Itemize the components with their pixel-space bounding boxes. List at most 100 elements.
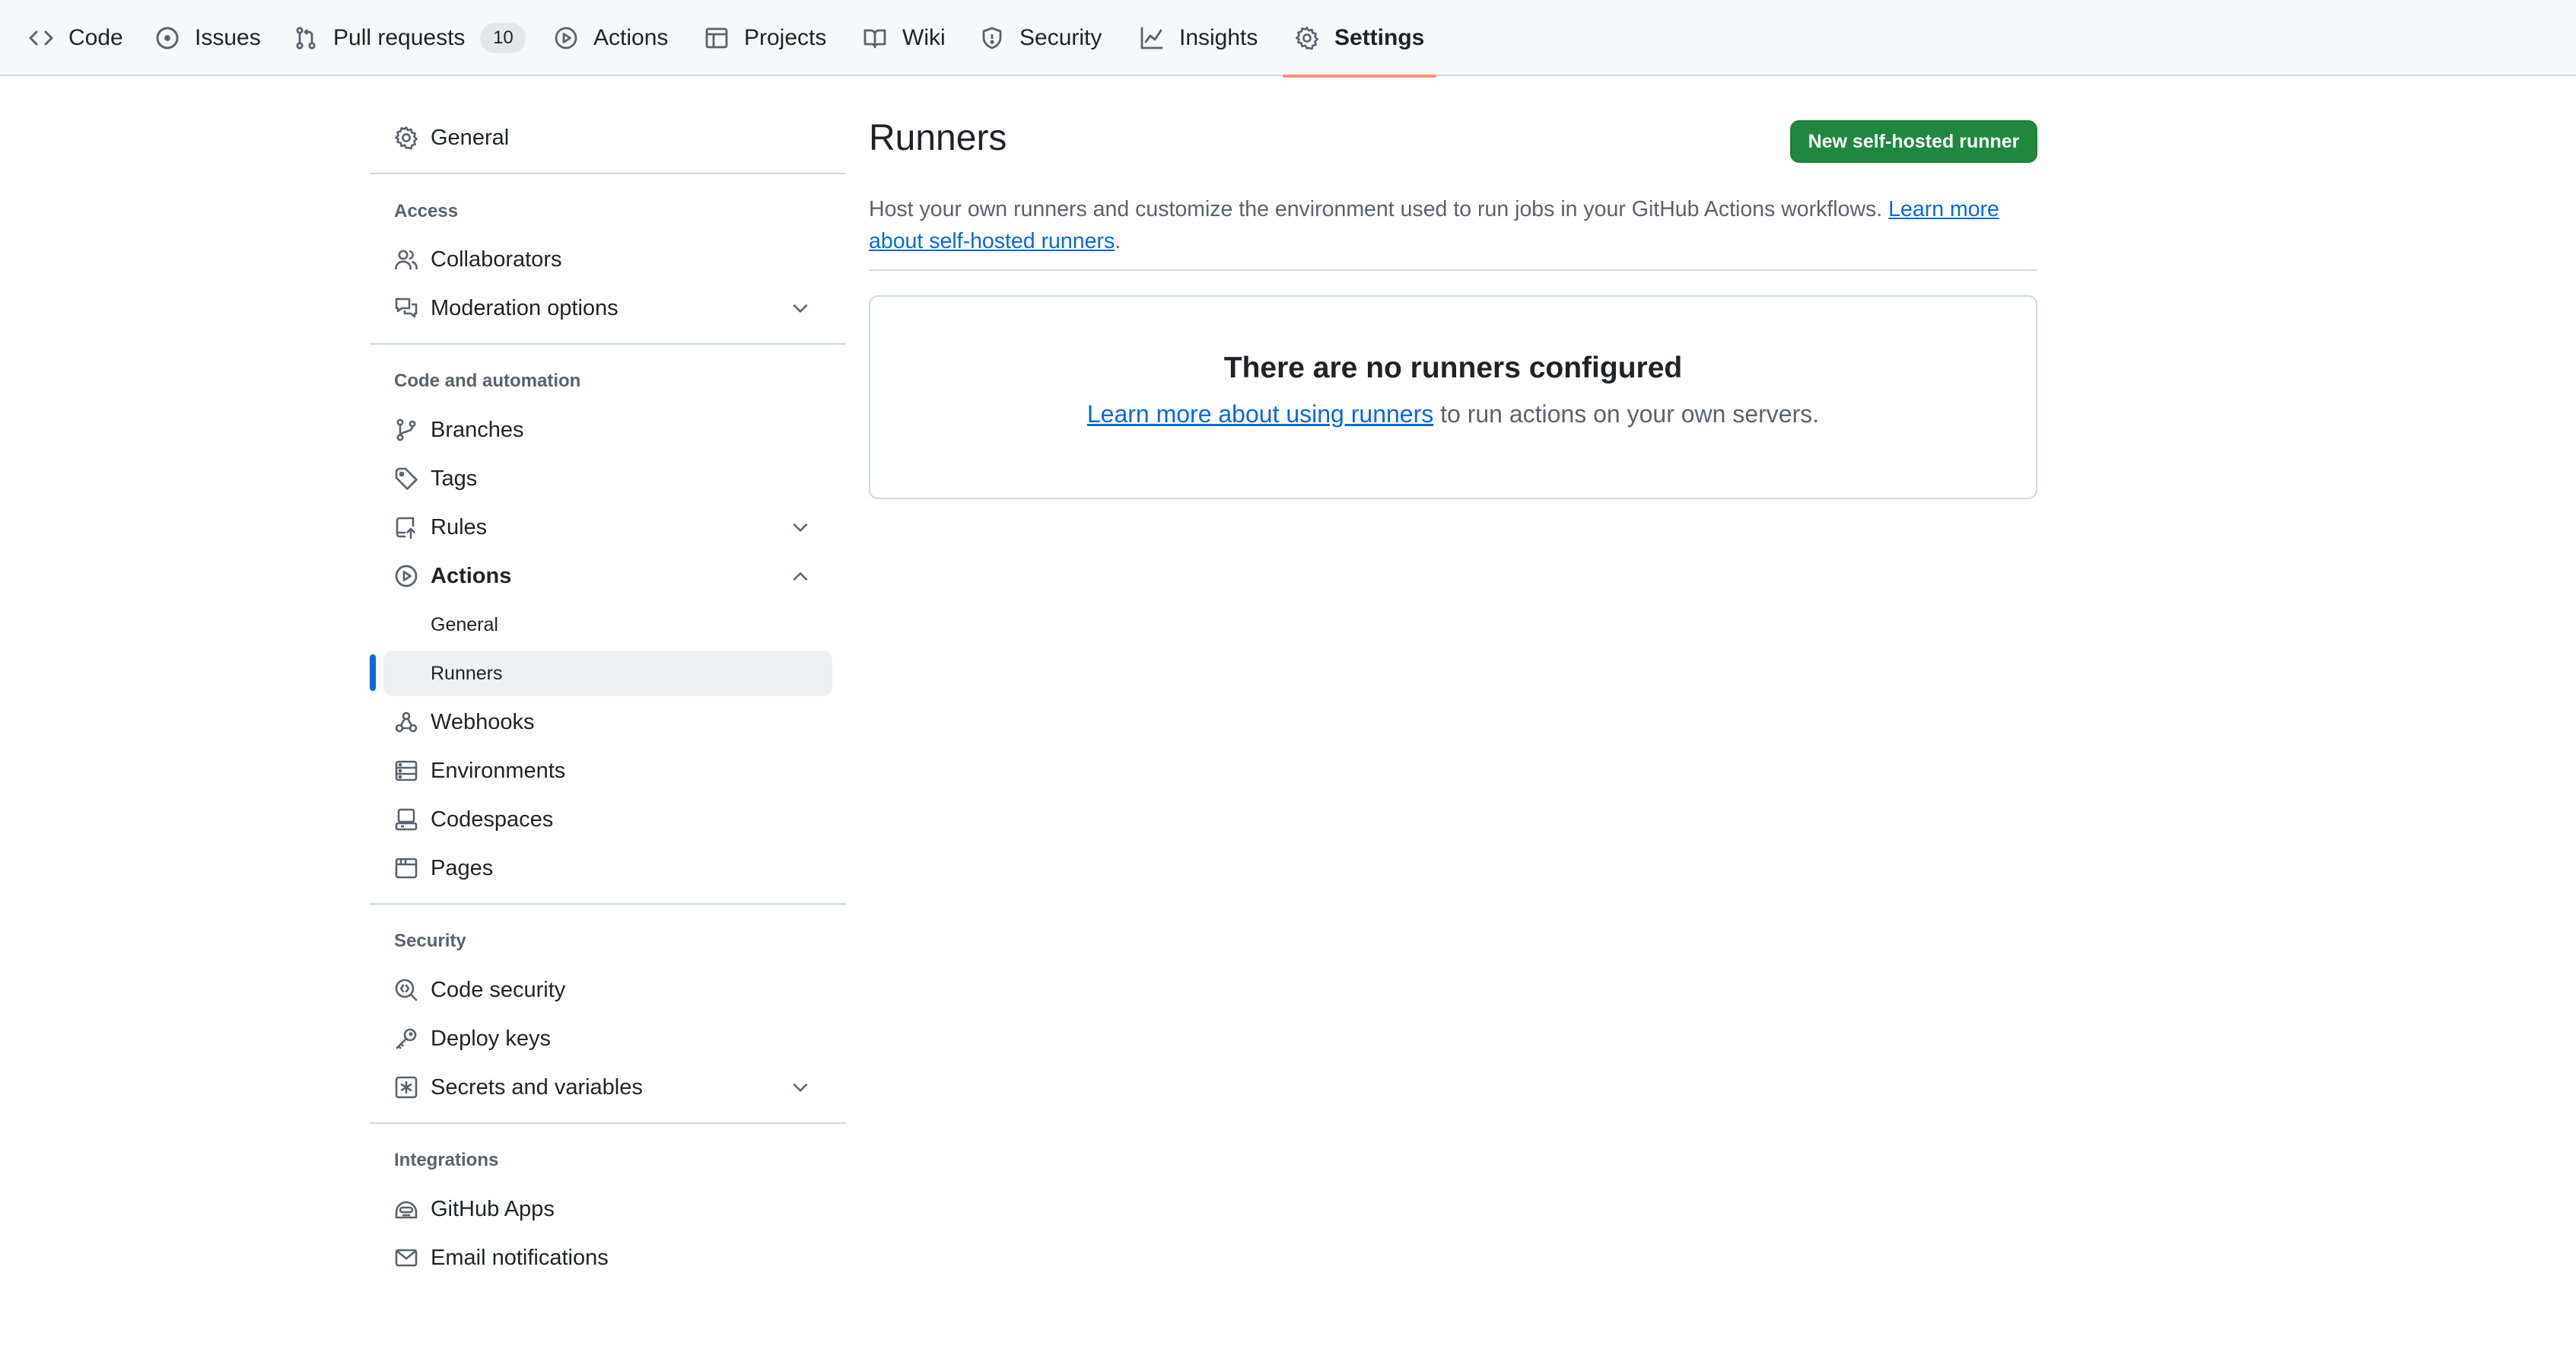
sidebar-item-general[interactable]: General <box>383 115 832 161</box>
sidebar-item-label: Runners <box>431 662 503 684</box>
sidebar-item-tags[interactable]: Tags <box>383 456 832 501</box>
sidebar-item-github-apps[interactable]: GitHub Apps <box>383 1186 832 1232</box>
sidebar-heading-integrations: Integrations <box>394 1150 499 1170</box>
codescan-icon <box>394 978 418 1002</box>
page-title: Runners <box>869 118 1007 158</box>
sidebar-item-deploy-keys[interactable]: Deploy keys <box>383 1016 832 1061</box>
sidebar-heading-access: Access <box>394 201 459 221</box>
sidebar-item-label: Deploy keys <box>431 1026 551 1051</box>
sidebar-item-label: Email notifications <box>431 1245 609 1270</box>
sidebar-divider <box>370 1122 846 1124</box>
people-icon <box>394 247 418 272</box>
sidebar-item-label: Secrets and variables <box>431 1074 643 1100</box>
comment-discussion-icon <box>394 296 418 320</box>
blankslate-title: There are no runners configured <box>1223 352 1683 384</box>
code-icon <box>29 26 53 50</box>
shield-icon <box>980 26 1004 50</box>
sidebar-subitem-actions-general[interactable]: General <box>383 602 832 648</box>
gear-icon <box>394 126 418 150</box>
sidebar-divider <box>370 343 846 345</box>
sidebar-item-webhooks[interactable]: Webhooks <box>383 699 832 745</box>
tab-label: Pull requests <box>333 25 466 50</box>
sidebar-item-label: Actions <box>431 563 512 588</box>
table-icon <box>704 26 729 50</box>
sidebar-item-label: Pages <box>431 855 494 880</box>
pull-request-count-badge: 10 <box>480 23 526 53</box>
sidebar-item-label: Branches <box>431 417 524 442</box>
tab-label: Insights <box>1179 25 1258 50</box>
codespaces-icon <box>394 807 418 832</box>
sidebar-item-label: Code security <box>431 977 566 1002</box>
repo-navigation: Code Issues Pull requests 10 Actions Pro… <box>0 0 2576 78</box>
sidebar-subitem-actions-runners[interactable]: Runners <box>383 651 832 696</box>
play-icon <box>554 26 578 50</box>
sidebar-item-environments[interactable]: Environments <box>383 748 832 794</box>
sidebar-item-label: Collaborators <box>431 247 562 272</box>
webhook-icon <box>394 710 418 734</box>
sidebar-item-label: General <box>431 613 498 635</box>
selected-indicator <box>370 654 376 691</box>
tab-insights[interactable]: Insights <box>1140 0 1258 76</box>
repo-push-icon <box>394 515 418 539</box>
sidebar-item-label: Environments <box>431 758 566 783</box>
description-text: Host your own runners and customize the … <box>869 197 1883 221</box>
sidebar-item-code-security[interactable]: Code security <box>383 967 832 1013</box>
sidebar-item-collaborators[interactable]: Collaborators <box>383 237 832 282</box>
book-icon <box>863 26 887 50</box>
sidebar-item-label: GitHub Apps <box>431 1196 555 1221</box>
sidebar-item-email-notifications[interactable]: Email notifications <box>383 1235 832 1281</box>
tag-icon <box>394 466 418 491</box>
sidebar-item-label: Codespaces <box>431 807 554 832</box>
chevron-down-icon[interactable] <box>790 298 811 319</box>
tab-projects[interactable]: Projects <box>704 0 826 76</box>
key-icon <box>394 1026 418 1051</box>
hubot-icon <box>394 1197 418 1221</box>
gear-icon <box>1295 26 1319 50</box>
new-self-hosted-runner-button[interactable]: New self-hosted runner <box>1790 120 2037 163</box>
tab-code[interactable]: Code <box>29 0 123 76</box>
tab-actions[interactable]: Actions <box>554 0 668 76</box>
issue-opened-icon <box>155 26 180 50</box>
tab-label: Security <box>1019 25 1102 50</box>
sidebar-item-moderation-options[interactable]: Moderation options <box>383 285 832 331</box>
tab-label: Settings <box>1334 25 1425 50</box>
sidebar-item-label: General <box>431 125 510 150</box>
browser-icon <box>394 856 418 880</box>
sidebar-item-label: Webhooks <box>431 709 535 734</box>
chevron-up-icon[interactable] <box>790 565 811 587</box>
no-runners-blankslate: There are no runners configured Learn mo… <box>869 295 2037 499</box>
key-asterisk-icon <box>394 1075 418 1100</box>
chevron-down-icon[interactable] <box>790 517 811 538</box>
tab-label: Code <box>68 25 123 50</box>
tab-pull-requests[interactable]: Pull requests 10 <box>294 0 526 76</box>
sidebar-item-label: Tags <box>431 466 478 491</box>
tab-settings[interactable]: Settings <box>1282 0 1437 78</box>
sidebar-item-rules[interactable]: Rules <box>383 504 832 550</box>
sidebar-item-actions[interactable]: Actions <box>383 553 832 599</box>
sidebar-divider <box>370 903 846 905</box>
page-description: Host your own runners and customize the … <box>869 193 2040 257</box>
mail-icon <box>394 1246 418 1270</box>
blankslate-text: to run actions on your own servers. <box>1433 400 1820 428</box>
chevron-down-icon[interactable] <box>790 1077 811 1098</box>
sidebar-item-pages[interactable]: Pages <box>383 845 832 891</box>
sidebar-item-codespaces[interactable]: Codespaces <box>383 797 832 842</box>
tab-issues[interactable]: Issues <box>155 0 261 76</box>
server-icon <box>394 759 418 783</box>
tab-label: Projects <box>744 25 827 50</box>
tab-security[interactable]: Security <box>980 0 1102 76</box>
sidebar-item-branches[interactable]: Branches <box>383 407 832 453</box>
learn-more-using-runners-link[interactable]: Learn more about using runners <box>1087 400 1433 428</box>
play-icon <box>394 564 418 588</box>
header-divider <box>869 269 2037 271</box>
sidebar-heading-code-automation: Code and automation <box>394 371 581 391</box>
tab-label: Issues <box>195 25 261 50</box>
sidebar-divider <box>370 173 846 174</box>
git-branch-icon <box>394 418 418 442</box>
tab-label: Actions <box>593 25 669 50</box>
sidebar-item-secrets-and-variables[interactable]: Secrets and variables <box>383 1065 832 1110</box>
tab-wiki[interactable]: Wiki <box>863 0 946 76</box>
sidebar-heading-security: Security <box>394 931 466 951</box>
blankslate-description: Learn more about using runners to run ac… <box>870 400 2036 428</box>
tab-label: Wiki <box>902 25 946 50</box>
